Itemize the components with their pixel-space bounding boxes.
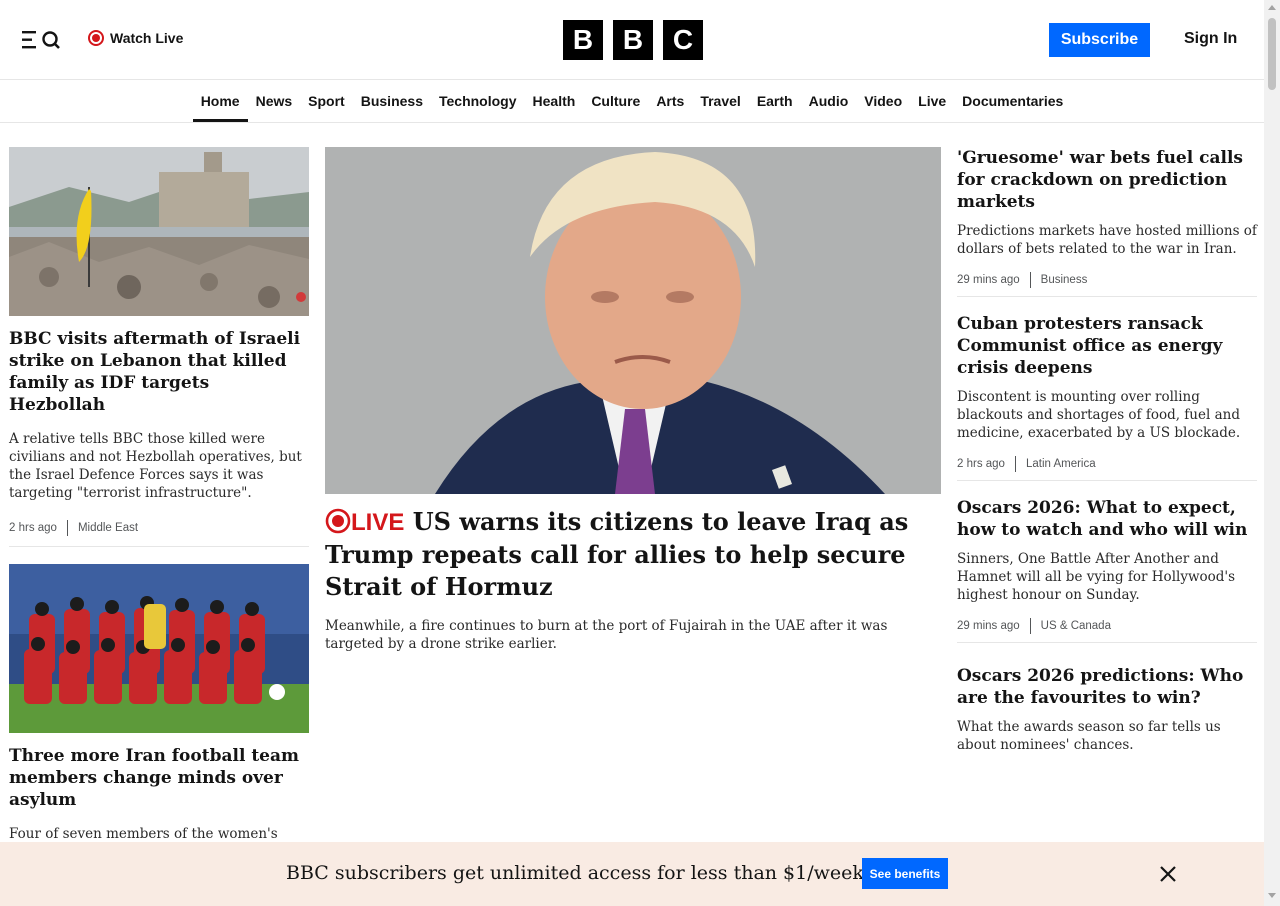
live-badge: LIVE [325, 508, 405, 536]
story-image-iran-football[interactable] [9, 564, 309, 733]
story-section[interactable]: US & Canada [1041, 620, 1111, 632]
story-time: 29 mins ago [957, 620, 1020, 632]
live-label: LIVE [351, 509, 405, 536]
nav-item-business[interactable]: Business [353, 80, 431, 122]
nav-item-home[interactable]: Home [192, 80, 248, 122]
story-card[interactable]: BBC visits aftermath of Israeli strike o… [9, 147, 309, 547]
subscribe-button[interactable]: Subscribe [1049, 23, 1150, 57]
story-summary: Predictions markets have hosted millions… [957, 223, 1257, 257]
nav-item-earth[interactable]: Earth [749, 80, 801, 122]
watch-live-link[interactable]: Watch Live [88, 30, 183, 46]
story-divider [957, 296, 1257, 297]
logo-letter: C [663, 20, 703, 60]
lead-story-image[interactable] [325, 147, 941, 494]
story-headline[interactable]: Cuban protesters ransack Communist offic… [957, 313, 1257, 379]
meta-divider [1029, 618, 1031, 634]
main-nav: Home News Sport Business Technology Heal… [0, 80, 1264, 123]
story-headline[interactable]: 'Gruesome' war bets fuel calls for crack… [957, 147, 1257, 213]
bbc-logo[interactable]: B B C [563, 20, 703, 60]
story-section[interactable]: Latin America [1026, 458, 1096, 470]
nav-item-technology[interactable]: Technology [431, 80, 525, 122]
live-icon [325, 508, 351, 534]
nav-item-audio[interactable]: Audio [801, 80, 857, 122]
story-headline[interactable]: BBC visits aftermath of Israeli strike o… [9, 328, 309, 416]
story-summary: Sinners, One Battle After Another and Ha… [957, 551, 1236, 603]
sign-in-link[interactable]: Sign In [1184, 30, 1237, 48]
story-card[interactable]: Oscars 2026: What to expect, how to watc… [957, 497, 1257, 643]
nav-item-travel[interactable]: Travel [692, 80, 748, 122]
meta-divider [1014, 456, 1016, 472]
lead-story[interactable]: LIVE US warns its citizens to leave Iraq… [325, 147, 941, 653]
scroll-up-arrow-icon[interactable] [1268, 5, 1276, 10]
scroll-down-arrow-icon[interactable] [1268, 893, 1276, 898]
banner-text: BBC subscribers get unlimited access for… [286, 862, 864, 884]
logo-letter: B [563, 20, 603, 60]
nav-item-culture[interactable]: Culture [583, 80, 648, 122]
story-section[interactable]: Business [1041, 274, 1088, 286]
scrollbar-thumb[interactable] [1268, 18, 1276, 90]
story-image-lebanon[interactable] [9, 147, 309, 316]
story-meta: 29 mins ago Business [957, 272, 1257, 288]
story-divider [957, 642, 1257, 643]
story-time: 29 mins ago [957, 274, 1020, 286]
left-column: BBC visits aftermath of Israeli strike o… [9, 147, 309, 861]
nav-item-news[interactable]: News [248, 80, 301, 122]
story-meta: 2 hrs ago Latin America [957, 456, 1257, 472]
nav-item-arts[interactable]: Arts [648, 80, 692, 122]
story-meta: 29 mins ago US & Canada [957, 618, 1257, 634]
story-headline[interactable]: Three more Iran football team members ch… [9, 745, 309, 811]
story-headline[interactable]: Oscars 2026 predictions: Who are the fav… [957, 665, 1257, 709]
live-icon [88, 30, 104, 46]
story-summary: A relative tells BBC those killed were c… [9, 431, 302, 501]
meta-divider [1029, 272, 1031, 288]
story-divider [9, 546, 309, 547]
story-meta: 2 hrs ago Middle East [9, 520, 309, 536]
story-summary: What the awards season so far tells us a… [957, 719, 1221, 753]
story-card[interactable]: Three more Iran football team members ch… [9, 564, 309, 861]
watch-live-label: Watch Live [110, 30, 184, 46]
story-divider [957, 480, 1257, 481]
nav-item-video[interactable]: Video [856, 80, 910, 122]
nav-item-live[interactable]: Live [910, 80, 954, 122]
story-time: 2 hrs ago [9, 522, 57, 534]
story-card[interactable]: Oscars 2026 predictions: Who are the fav… [957, 665, 1257, 754]
story-summary: Discontent is mounting over rolling blac… [957, 389, 1241, 441]
story-headline[interactable]: Oscars 2026: What to expect, how to watc… [957, 497, 1257, 541]
nav-item-sport[interactable]: Sport [300, 80, 353, 122]
lead-headline-text: US warns its citizens to leave Iraq as T… [325, 507, 909, 601]
nav-item-health[interactable]: Health [525, 80, 584, 122]
story-time: 2 hrs ago [957, 458, 1005, 470]
story-section[interactable]: Middle East [78, 522, 138, 534]
site-header: Watch Live B B C Subscribe Sign In [0, 0, 1264, 80]
story-card[interactable]: 'Gruesome' war bets fuel calls for crack… [957, 147, 1257, 297]
lead-story-summary: Meanwhile, a fire continues to burn at t… [325, 618, 888, 652]
lead-story-headline[interactable]: LIVE US warns its citizens to leave Iraq… [325, 506, 941, 603]
logo-letter: B [613, 20, 653, 60]
subscription-banner: BBC subscribers get unlimited access for… [0, 842, 1264, 906]
page-scrollbar[interactable] [1264, 0, 1280, 906]
see-benefits-button[interactable]: See benefits [862, 858, 948, 889]
story-card[interactable]: Cuban protesters ransack Communist offic… [957, 313, 1257, 481]
nav-item-documentaries[interactable]: Documentaries [954, 80, 1071, 122]
menu-search-icon[interactable] [22, 29, 62, 51]
close-icon[interactable] [1158, 864, 1178, 884]
right-column: 'Gruesome' war bets fuel calls for crack… [957, 147, 1257, 754]
meta-divider [66, 520, 68, 536]
